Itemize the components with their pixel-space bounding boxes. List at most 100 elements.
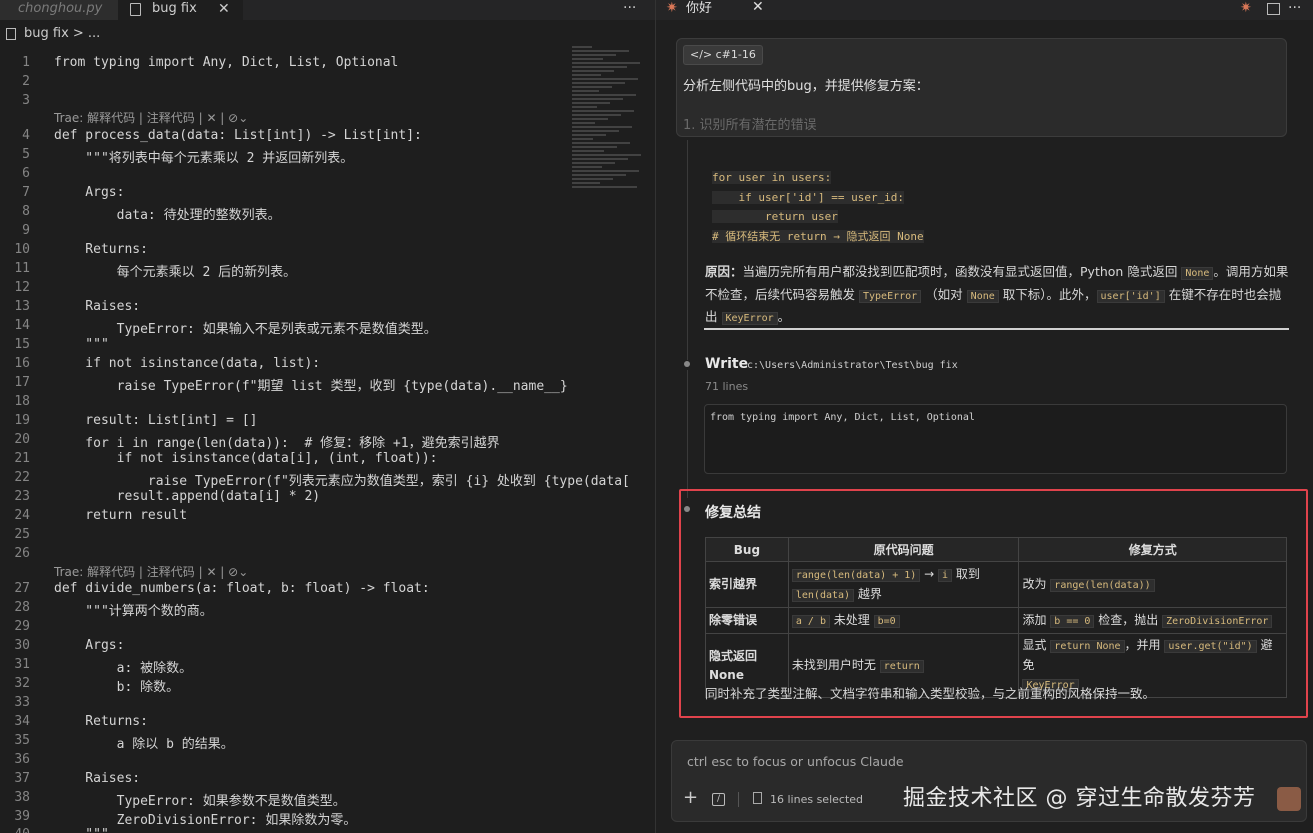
minimap-line (572, 162, 615, 164)
line-number: 19 (14, 413, 30, 428)
inline-code: a / b (791, 614, 830, 628)
line-number: 18 (14, 394, 30, 409)
code-line: Args: (54, 638, 125, 653)
code-line: Returns: (54, 242, 148, 257)
line-number: 15 (14, 337, 30, 352)
minimap-line (572, 110, 634, 112)
line-number: 25 (14, 527, 30, 542)
close-icon[interactable]: ✕ (752, 0, 764, 15)
line-number: 12 (14, 280, 30, 295)
minimap-line (572, 74, 601, 76)
line-number: 21 (14, 451, 30, 466)
code-line: if user['id'] == user_id: (712, 190, 905, 204)
claude-chat-panel: ✷ 你好 ✕ ✷ ··· </> c#1-16 分析左侧代码中的bug，并提供修… (656, 0, 1313, 833)
scrollbar[interactable] (645, 44, 653, 833)
code-line: # 循环结束无 return → 隐式返回 None (712, 229, 924, 243)
breadcrumb[interactable]: bug fix > ... (0, 26, 100, 44)
line-number: 3 (22, 93, 30, 108)
chat-tab-bar: ✷ 你好 ✕ ✷ ··· (656, 0, 1313, 20)
cell-text: 未处理 (833, 612, 870, 627)
claude-logo-icon: ✷ (666, 0, 678, 16)
inline-code: return None (1050, 640, 1125, 653)
code-line: """ (54, 827, 109, 833)
more-icon[interactable]: ··· (623, 0, 636, 16)
line-number: 4 (22, 128, 30, 143)
code-line: if not isinstance(data, list): (54, 356, 321, 371)
line-number: 1 (22, 55, 30, 70)
code-lens[interactable]: Trae: 解释代码 | 注释代码 | ✕ | ⊘⌄ (54, 563, 248, 580)
cell-text: 未找到用户时无 (791, 657, 876, 672)
cause-text: （如对 (925, 286, 963, 302)
line-number: 8 (22, 204, 30, 219)
code-line: a 除以 b 的结果。 (54, 737, 234, 752)
inline-code: user['id'] (1096, 289, 1165, 303)
send-button[interactable] (1277, 787, 1301, 811)
minimap-line (572, 150, 604, 152)
code-line: data: 待处理的整数列表。 (54, 208, 281, 223)
minimap-line (572, 134, 606, 136)
cause-text: 取下标）。此外， (1002, 286, 1097, 302)
line-number: 6 (22, 166, 30, 181)
summary-note: 同时补充了类型注解、文档字符串和输入类型校验，与之前重构的风格保持一致。 (705, 686, 1156, 701)
cell-text: 显式 (1022, 638, 1047, 652)
problem-cell: a / b 未处理 b=0 (787, 607, 1020, 634)
code-lens[interactable]: Trae: 解释代码 | 注释代码 | ✕ | ⊘⌄ (54, 109, 248, 126)
cell-text: 改为 (1022, 576, 1047, 591)
line-number: 30 (14, 638, 30, 653)
code-line: a: 被除数。 (54, 661, 193, 676)
prompt-faded-text: 1. 识别所有潜在的错误 (683, 118, 817, 133)
cause-text: 。 (777, 309, 791, 324)
code-line: Raises: (54, 299, 141, 314)
line-number: 10 (14, 242, 30, 257)
slash-command-icon[interactable]: / (712, 793, 725, 806)
line-number: 29 (14, 619, 30, 634)
minimap[interactable] (572, 44, 642, 194)
code-line: TypeError: 如果参数不是数值类型。 (54, 794, 346, 809)
minimap-line (572, 146, 617, 148)
line-number: 11 (14, 261, 30, 276)
line-number: 9 (22, 223, 30, 238)
minimap-line (572, 82, 625, 84)
code-line: """计算两个数的商。 (54, 604, 213, 619)
code-editor: chonghou.py bug fix ✕ ··· bug fix > ... … (0, 0, 655, 833)
write-preview[interactable]: from typing import Any, Dict, List, Opti… (704, 404, 1287, 474)
code-line: raise TypeError(f"期望 list 类型，收到 {type(da… (54, 379, 568, 394)
cell-text: 越界 (857, 586, 882, 601)
code-line: Returns: (54, 714, 148, 729)
table-header: Bug (705, 537, 789, 562)
tab-bug-fix[interactable]: bug fix ✕ (118, 0, 243, 20)
minimap-line (572, 78, 638, 80)
inline-code: b=0 (873, 614, 900, 628)
inline-code: range(len(data)) (1050, 578, 1155, 592)
summary-table: Bug 原代码问题 修复方式 索引越界 range(len(data) + 1)… (705, 537, 1287, 698)
line-number: 17 (14, 375, 30, 390)
minimap-line (572, 174, 626, 176)
close-icon[interactable]: ✕ (218, 0, 230, 18)
minimap-line (572, 138, 593, 140)
minimap-line (572, 106, 597, 108)
code-line: b: 除数。 (54, 680, 180, 695)
minimap-line (572, 70, 614, 72)
write-path[interactable]: c:\Users\Administrator\Test\bug fix (747, 360, 958, 371)
line-number: 38 (14, 790, 30, 805)
more-icon[interactable]: ··· (1288, 0, 1301, 16)
file-icon (6, 28, 16, 40)
chat-tab-title[interactable]: 你好 (686, 0, 712, 18)
minimap-line (572, 50, 629, 52)
add-icon[interactable]: + (683, 787, 698, 808)
claude-new-chat-icon[interactable]: ✷ (1240, 0, 1252, 16)
inline-code: range(len(data) + 1) (791, 568, 921, 582)
tab-chonghou[interactable]: chonghou.py (0, 0, 118, 20)
inline-code: return (879, 659, 924, 673)
inline-code: b == 0 (1050, 614, 1095, 628)
code-reference-chip[interactable]: </> c#1-16 (683, 45, 763, 65)
minimap-line (572, 58, 603, 60)
write-tool-label: Write (705, 356, 749, 372)
code-line: raise TypeError(f"列表元素应为数值类型，索引 {i} 处收到 … (54, 474, 630, 489)
selection-indicator[interactable]: 16 lines selected (770, 793, 863, 806)
split-view-icon[interactable] (1267, 3, 1280, 15)
problem-cell: range(len(data) + 1) → i 取到 len(data) 越界 (787, 561, 1020, 608)
minimap-line (572, 166, 602, 168)
minimap-line (572, 122, 595, 124)
inline-code: user.get("id") (1164, 640, 1257, 653)
